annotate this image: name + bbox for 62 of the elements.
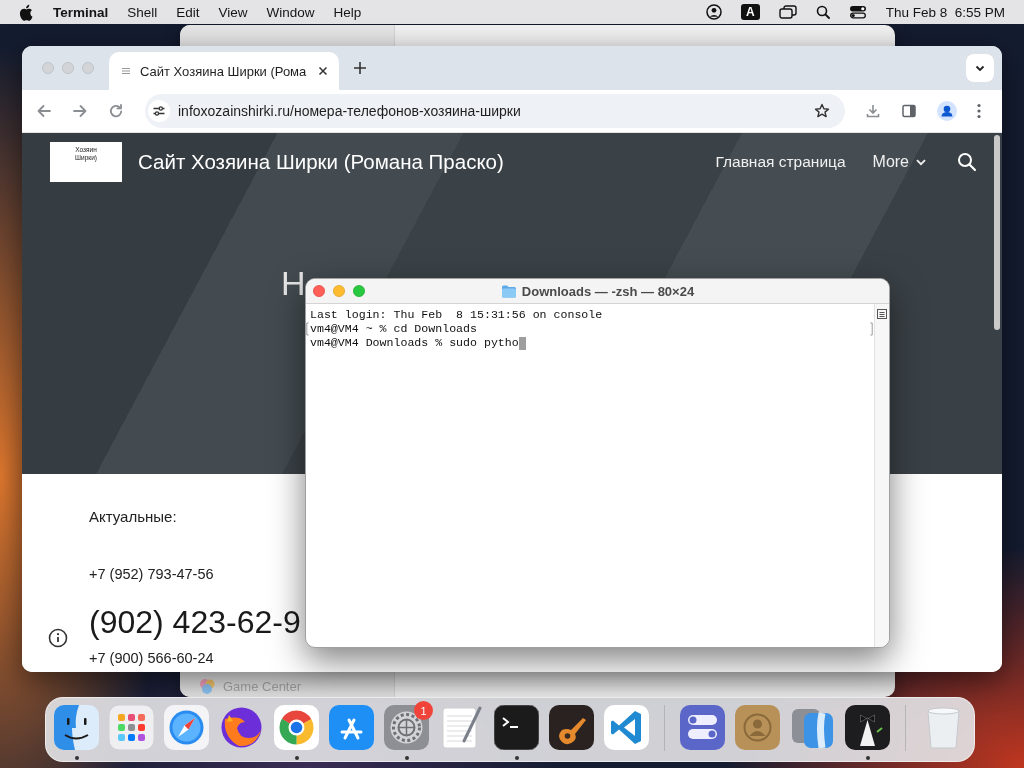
search-icon[interactable] (815, 5, 830, 19)
back-arrow-icon[interactable] (36, 103, 52, 119)
window-zoom-icon[interactable] (353, 285, 365, 297)
plus-icon[interactable] (353, 61, 367, 75)
menu-item[interactable]: Help (333, 4, 362, 20)
page-heading: Н (281, 263, 306, 303)
overlapping-windows-icon[interactable] (778, 5, 797, 19)
portrait-icon[interactable] (735, 705, 780, 750)
bubbles-icon (199, 678, 215, 694)
side-panel-icon[interactable] (901, 103, 917, 119)
terminal-line: vm4@VM4 Downloads % sudo pytho (310, 336, 519, 350)
input-source-indicator[interactable]: A (741, 4, 760, 20)
reload-icon[interactable] (108, 103, 124, 119)
avatar-icon[interactable] (937, 101, 957, 121)
menu-item[interactable]: Shell (127, 4, 158, 20)
terminal-line: vm4@VM4 ~ % cd Downloads (310, 322, 477, 336)
toggle-switches-icon[interactable] (680, 705, 725, 750)
list-marker-icon[interactable] (877, 309, 887, 319)
menu-item[interactable]: Window (266, 4, 315, 20)
nav-link[interactable]: Главная страница (715, 153, 846, 171)
terminal-line: Last login: Thu Feb 8 15:31:56 on console (310, 308, 603, 322)
page-icon (121, 66, 131, 76)
toggle-switches-icon[interactable] (848, 5, 867, 19)
more-menu-button[interactable]: More (872, 153, 927, 171)
window-close-icon[interactable] (313, 285, 325, 297)
segmented-ring-icon[interactable] (274, 705, 319, 750)
guitar-icon[interactable] (549, 705, 594, 750)
notification-badge: 1 (414, 701, 433, 720)
site-title[interactable]: Сайт Хозяина Ширки (Романа Праско) (138, 150, 504, 174)
info-icon[interactable] (48, 628, 68, 648)
search-icon[interactable] (957, 152, 977, 172)
browser-tab[interactable]: Сайт Хозяина Ширки (Рома (109, 52, 339, 90)
forward-arrow-icon[interactable] (72, 103, 88, 119)
compass-icon[interactable] (164, 705, 209, 750)
app-menu[interactable]: Terminal (53, 4, 109, 20)
user-circle-icon[interactable] (706, 4, 722, 20)
apple-icon[interactable] (19, 3, 33, 21)
more-icon[interactable] (977, 103, 981, 119)
smiling-face-icon[interactable] (54, 705, 99, 750)
gear-icon[interactable] (384, 705, 429, 750)
address-bar[interactable]: infoxozainshirki.ru/номера-телефонов-хозяина-ширки (145, 94, 845, 128)
phone-number: +7 (900) 566-60-24 (89, 649, 214, 667)
phone-number: +7 (952) 793-47-56 (89, 565, 214, 584)
app-grid-icon[interactable] (109, 705, 154, 750)
letter-a-icon[interactable] (329, 705, 374, 750)
phone-number: (902) 423-62-9 (89, 603, 301, 641)
window-title: Downloads — -zsh — 80×24 (521, 283, 695, 299)
terminal-prompt-icon[interactable] (494, 705, 539, 750)
ribbon-icon[interactable] (604, 705, 649, 750)
tab-list-button[interactable] (966, 54, 994, 82)
menu-item[interactable]: View (218, 4, 248, 20)
section-label: Актуальные: (89, 507, 177, 527)
tuxedo-icon[interactable] (845, 705, 890, 750)
folder-icon (500, 284, 517, 298)
swirl-globe-icon[interactable] (219, 705, 264, 750)
download-icon[interactable] (865, 103, 881, 119)
close-icon[interactable] (317, 65, 329, 77)
scrollbar-thumb[interactable] (994, 135, 1000, 330)
sliders-icon[interactable] (148, 100, 170, 122)
star-icon[interactable] (814, 103, 830, 119)
menu-item[interactable]: Edit (176, 4, 200, 20)
menu-clock[interactable]: Thu Feb 8 6:55 PM (885, 4, 1005, 20)
